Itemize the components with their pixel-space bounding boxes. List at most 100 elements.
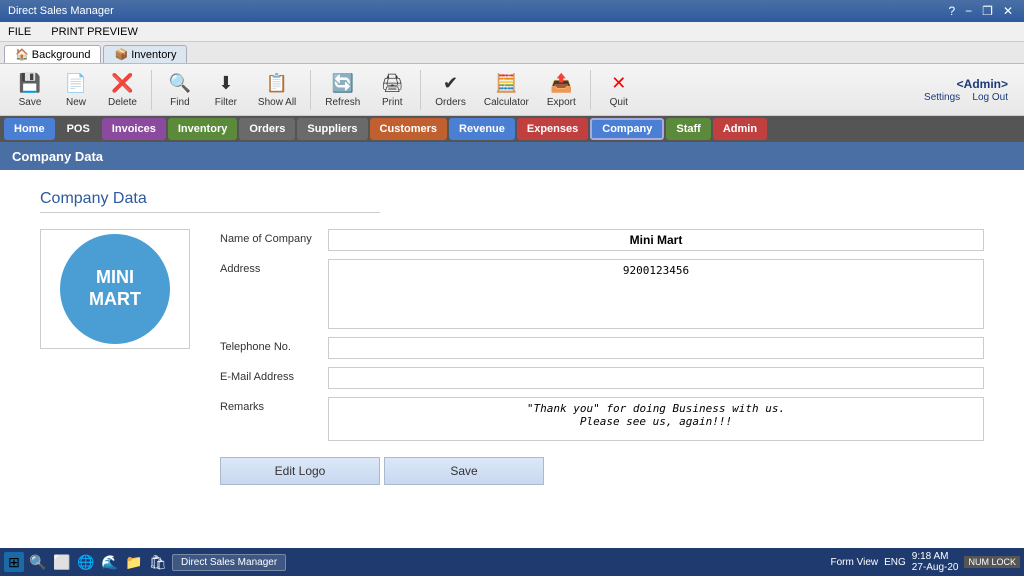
doc-tab-inventory[interactable]: 📦 Inventory [103,45,187,63]
taskbar-time: 9:18 AM27-Aug-20 [912,551,959,573]
company-name-input[interactable] [328,229,984,251]
start-button[interactable]: ⊞ [4,552,24,572]
separator-4 [590,70,591,110]
admin-label: <Admin> [957,77,1008,91]
address-label: Address [220,259,320,275]
refresh-button[interactable]: 🔄 Refresh [317,67,368,112]
remarks-row: Remarks "Thank you" for doing Business w… [220,397,984,441]
nav-invoices[interactable]: Invoices [102,118,166,140]
window-controls: ? − ❐ ✕ [945,4,1016,18]
taskbar-status: Form View [831,557,879,568]
nav-revenue[interactable]: Revenue [449,118,515,140]
telephone-label: Telephone No. [220,337,320,353]
store-icon[interactable]: 🛍 [148,552,168,572]
form-area: MINI MART Name of Company Address 920012… [40,229,984,485]
edit-logo-button[interactable]: Edit Logo [220,457,380,485]
main-content: Company Data MINI MART Name of Company A… [0,170,1024,570]
num-lock-indicator: NUM LOCK [964,556,1020,568]
browser-icon[interactable]: 🌐 [76,552,96,572]
separator-3 [420,70,421,110]
save-button[interactable]: 💾 Save [8,67,52,112]
filter-button[interactable]: ⬇ Filter [204,67,248,112]
new-button[interactable]: 📄 New [54,67,98,112]
orders-icon: ✔ [439,71,463,95]
separator-1 [151,70,152,110]
quit-icon: ✕ [607,71,631,95]
form-save-button[interactable]: Save [384,457,544,485]
calculator-button[interactable]: 🧮 Calculator [476,67,537,112]
folder-icon[interactable]: 📁 [124,552,144,572]
menu-file[interactable]: FILE [4,24,35,40]
remarks-input[interactable]: "Thank you" for doing Business with us. … [328,397,984,441]
restore-button[interactable]: ❐ [979,4,996,18]
nav-admin[interactable]: Admin [713,118,767,140]
window-title: Direct Sales Manager [8,5,114,17]
address-row: Address 9200123456 [220,259,984,329]
export-icon: 📤 [549,71,573,95]
button-row: Edit Logo Save [220,457,984,485]
company-name-label: Name of Company [220,229,320,245]
doc-tab-background[interactable]: 🏠 Background [4,45,101,63]
new-icon: 📄 [64,71,88,95]
admin-section: <Admin> Settings Log Out [924,77,1016,103]
page-header-title: Company Data [12,149,103,164]
nav-company[interactable]: Company [590,118,664,140]
menu-print-preview[interactable]: PRINT PREVIEW [47,24,142,40]
separator-2 [310,70,311,110]
email-input[interactable] [328,367,984,389]
taskbar-left: ⊞ 🔍 ⬜ 🌐 🌊 📁 🛍 Direct Sales Manager [4,552,286,572]
logo-box: MINI MART [40,229,190,349]
doc-tabs: 🏠 Background 📦 Inventory [0,42,1024,64]
nav-bar: Home POS Invoices Inventory Orders Suppl… [0,116,1024,142]
edge-icon[interactable]: 🌊 [100,552,120,572]
nav-pos[interactable]: POS [57,118,100,140]
show-all-icon: 📋 [265,71,289,95]
quit-button[interactable]: ✕ Quit [597,67,641,112]
doc-tab-background-icon: 🏠 [15,49,29,61]
orders-button[interactable]: ✔ Orders [427,67,474,112]
nav-customers[interactable]: Customers [370,118,447,140]
company-name-row: Name of Company [220,229,984,251]
settings-link[interactable]: Settings [924,92,960,103]
remarks-label: Remarks [220,397,320,413]
print-button[interactable]: 🖨 Print [370,67,414,112]
address-input[interactable]: 9200123456 [328,259,984,329]
nav-staff[interactable]: Staff [666,118,710,140]
find-button[interactable]: 🔍 Find [158,67,202,112]
help-button[interactable]: ? [945,4,958,18]
menu-bar: FILE PRINT PREVIEW [0,22,1024,42]
toolbar: 💾 Save 📄 New ❌ Delete 🔍 Find ⬇ Filter 📋 … [0,64,1024,116]
delete-icon: ❌ [110,71,134,95]
telephone-input[interactable] [328,337,984,359]
taskbar-lang: ENG [884,557,906,568]
admin-links: Settings Log Out [924,91,1008,103]
title-bar: Direct Sales Manager ? − ❐ ✕ [0,0,1024,22]
find-icon: 🔍 [168,71,192,95]
form-fields: Name of Company Address 9200123456 Telep… [220,229,984,485]
minimize-button[interactable]: − [962,4,975,18]
nav-orders[interactable]: Orders [239,118,295,140]
export-button[interactable]: 📤 Export [539,67,584,112]
calculator-icon: 🧮 [494,71,518,95]
filter-icon: ⬇ [214,71,238,95]
company-logo: MINI MART [60,234,170,344]
nav-inventory[interactable]: Inventory [168,118,238,140]
taskbar: ⊞ 🔍 ⬜ 🌐 🌊 📁 🛍 Direct Sales Manager Form … [0,548,1024,576]
taskbar-app[interactable]: Direct Sales Manager [172,554,286,571]
email-row: E-Mail Address [220,367,984,389]
delete-button[interactable]: ❌ Delete [100,67,145,112]
logout-link[interactable]: Log Out [972,92,1008,103]
close-button[interactable]: ✕ [1000,4,1016,18]
nav-expenses[interactable]: Expenses [517,118,588,140]
nav-home[interactable]: Home [4,118,55,140]
logo-line2: MART [89,289,141,311]
telephone-row: Telephone No. [220,337,984,359]
refresh-icon: 🔄 [331,71,355,95]
taskview-icon[interactable]: ⬜ [52,552,72,572]
nav-suppliers[interactable]: Suppliers [297,118,367,140]
search-taskbar-icon[interactable]: 🔍 [28,552,48,572]
show-all-button[interactable]: 📋 Show All [250,67,304,112]
logo-line1: MINI [96,267,134,289]
doc-tab-inventory-icon: 📦 [114,49,128,61]
print-icon: 🖨 [380,71,404,95]
